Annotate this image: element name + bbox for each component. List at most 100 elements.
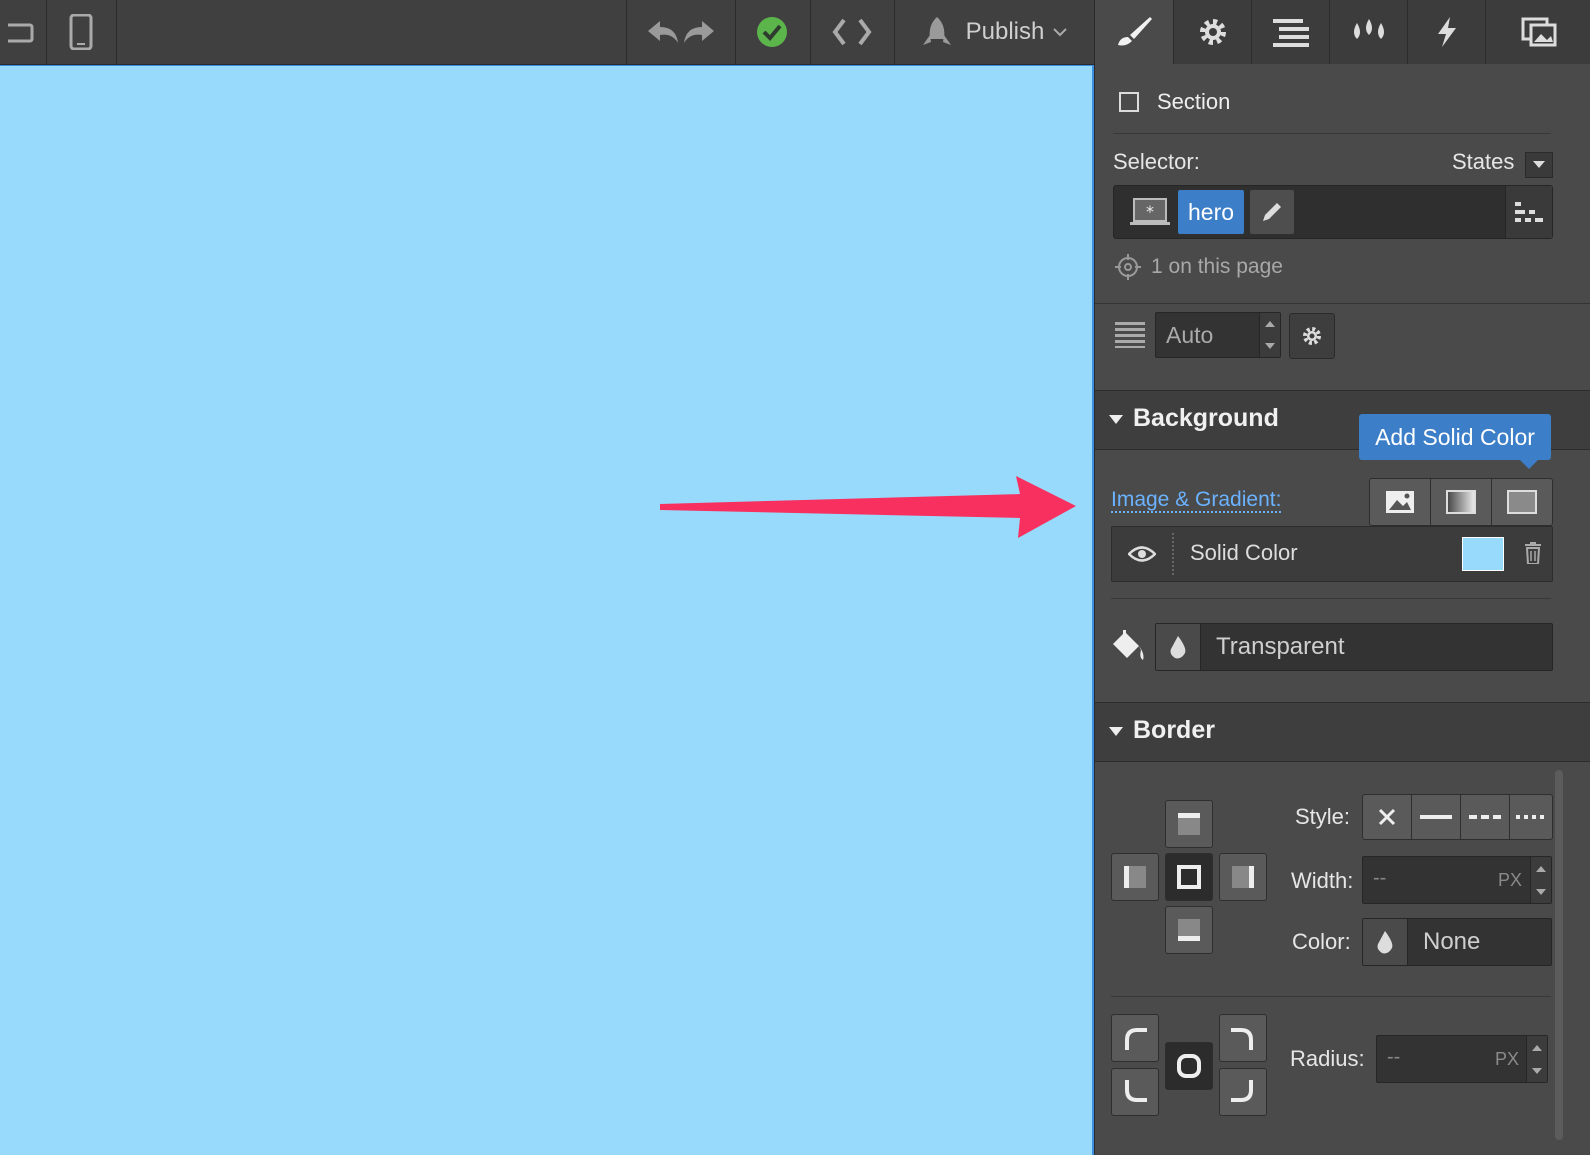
site-status-button[interactable] (734, 0, 811, 64)
divider (1111, 598, 1551, 599)
tab-navigator[interactable] (1251, 0, 1330, 64)
border-left-button[interactable] (1111, 853, 1159, 901)
border-title: Border (1133, 716, 1215, 744)
border-width-unit[interactable]: PX (1498, 870, 1522, 891)
border-width-label: Width: (1291, 868, 1354, 893)
background-color-field[interactable]: Transparent (1155, 623, 1553, 671)
border-radius-label: Radius: (1290, 1046, 1365, 1071)
publish-label: Publish (965, 18, 1045, 45)
add-image-button[interactable] (1369, 478, 1431, 526)
publish-button[interactable]: Publish (894, 0, 1095, 64)
section-element-icon (1119, 92, 1139, 112)
close-icon (1378, 808, 1396, 826)
radius-bottom-right-button[interactable] (1219, 1068, 1267, 1116)
caret-down-icon (1109, 415, 1123, 424)
background-layer-row[interactable]: Solid Color (1111, 526, 1553, 582)
layer-color-swatch[interactable] (1462, 537, 1504, 571)
display-input[interactable]: Auto (1155, 312, 1281, 358)
selector-field[interactable]: * hero (1113, 185, 1553, 239)
selector-class-tag[interactable]: hero (1178, 190, 1245, 234)
radius-top-left-button[interactable] (1111, 1014, 1159, 1062)
display-settings-button[interactable] (1289, 313, 1335, 359)
border-radius-stepper[interactable] (1526, 1036, 1547, 1082)
border-all-icon (1177, 865, 1201, 889)
paintbrush-icon (1118, 17, 1152, 46)
tab-interactions[interactable] (1407, 0, 1486, 64)
code-export-button[interactable] (810, 0, 895, 64)
mobile-view-button[interactable] (46, 0, 117, 64)
tablet-landscape-view-button[interactable] (0, 0, 47, 64)
border-color-field[interactable]: None (1362, 918, 1552, 966)
display-stepper[interactable] (1259, 313, 1280, 357)
tab-assets[interactable] (1485, 0, 1590, 64)
border-top-icon (1178, 813, 1200, 835)
device-scope-icon[interactable]: * (1124, 192, 1176, 232)
step-up-icon (1532, 1044, 1542, 1051)
tab-style[interactable] (1095, 0, 1173, 64)
border-right-button[interactable] (1219, 853, 1267, 901)
border-section-header[interactable]: Border (1095, 702, 1590, 762)
drops-icon (1354, 19, 1384, 39)
radius-all-button[interactable] (1165, 1042, 1213, 1090)
drag-handle[interactable] (1172, 533, 1174, 575)
states-dropdown-button[interactable] (1525, 152, 1553, 178)
divider (1113, 133, 1551, 134)
selector-usage-text: 1 on this page (1151, 255, 1283, 278)
panel-scrollbar[interactable] (1555, 770, 1563, 1140)
border-radius-value: -- (1387, 1046, 1401, 1068)
border-bottom-icon (1178, 919, 1200, 941)
radius-top-right-button[interactable] (1219, 1014, 1267, 1062)
design-canvas[interactable] (0, 65, 1094, 1155)
states-label[interactable]: States (1452, 149, 1514, 175)
border-style-dashed-button[interactable] (1460, 794, 1510, 840)
border-bottom-button[interactable] (1165, 906, 1213, 954)
background-title: Background (1133, 404, 1279, 432)
selector-list-icon (1515, 202, 1543, 222)
radius-bottom-left-button[interactable] (1111, 1068, 1159, 1116)
selector-menu-button[interactable] (1505, 186, 1552, 238)
divider (1111, 996, 1551, 997)
tab-symbols[interactable] (1329, 0, 1408, 64)
color-picker-button[interactable] (1156, 624, 1201, 670)
display-block-icon (1115, 322, 1145, 348)
border-style-solid-button[interactable] (1411, 794, 1461, 840)
gradient-icon (1446, 490, 1476, 514)
step-up-icon (1265, 321, 1275, 327)
image-icon (1386, 491, 1414, 513)
edit-selector-button[interactable] (1250, 190, 1294, 234)
border-all-button[interactable] (1165, 853, 1213, 901)
undo-redo-group (626, 0, 736, 64)
droplet-icon (1377, 931, 1393, 954)
border-color-label: Color: (1292, 929, 1351, 954)
gear-icon (1303, 327, 1321, 345)
solid-line-icon (1420, 815, 1452, 819)
undo-icon[interactable] (646, 17, 716, 47)
paint-bucket-icon (1113, 630, 1144, 660)
background-color-value: Transparent (1216, 633, 1345, 660)
step-down-icon (1265, 343, 1275, 349)
border-color-value: None (1423, 928, 1481, 955)
chevron-down-icon (1053, 28, 1068, 37)
border-style-none-button[interactable] (1362, 794, 1412, 840)
rocket-icon (922, 17, 951, 45)
border-color-picker-button[interactable] (1363, 919, 1408, 965)
add-solid-color-button[interactable] (1491, 478, 1553, 526)
border-width-input[interactable]: -- PX (1362, 856, 1552, 904)
border-radius-input[interactable]: -- PX (1376, 1035, 1548, 1083)
tab-settings[interactable] (1173, 0, 1252, 64)
image-gradient-link[interactable]: Image & Gradient: (1111, 488, 1282, 513)
element-type-label: Section (1157, 89, 1231, 114)
pencil-icon (1263, 203, 1281, 221)
trash-icon[interactable] (1524, 542, 1542, 564)
step-down-icon (1532, 1067, 1542, 1074)
caret-down-icon (1109, 727, 1123, 736)
border-width-stepper[interactable] (1530, 857, 1551, 903)
border-style-dotted-button[interactable] (1509, 794, 1553, 840)
border-top-button[interactable] (1165, 800, 1213, 848)
border-radius-unit[interactable]: PX (1495, 1049, 1519, 1070)
eye-icon[interactable] (1128, 545, 1156, 563)
add-gradient-button[interactable] (1430, 478, 1492, 526)
style-panel: Section Selector: States * hero 1 on thi… (1094, 0, 1590, 1154)
border-style-label: Style: (1295, 804, 1351, 829)
step-down-icon (1536, 888, 1546, 895)
